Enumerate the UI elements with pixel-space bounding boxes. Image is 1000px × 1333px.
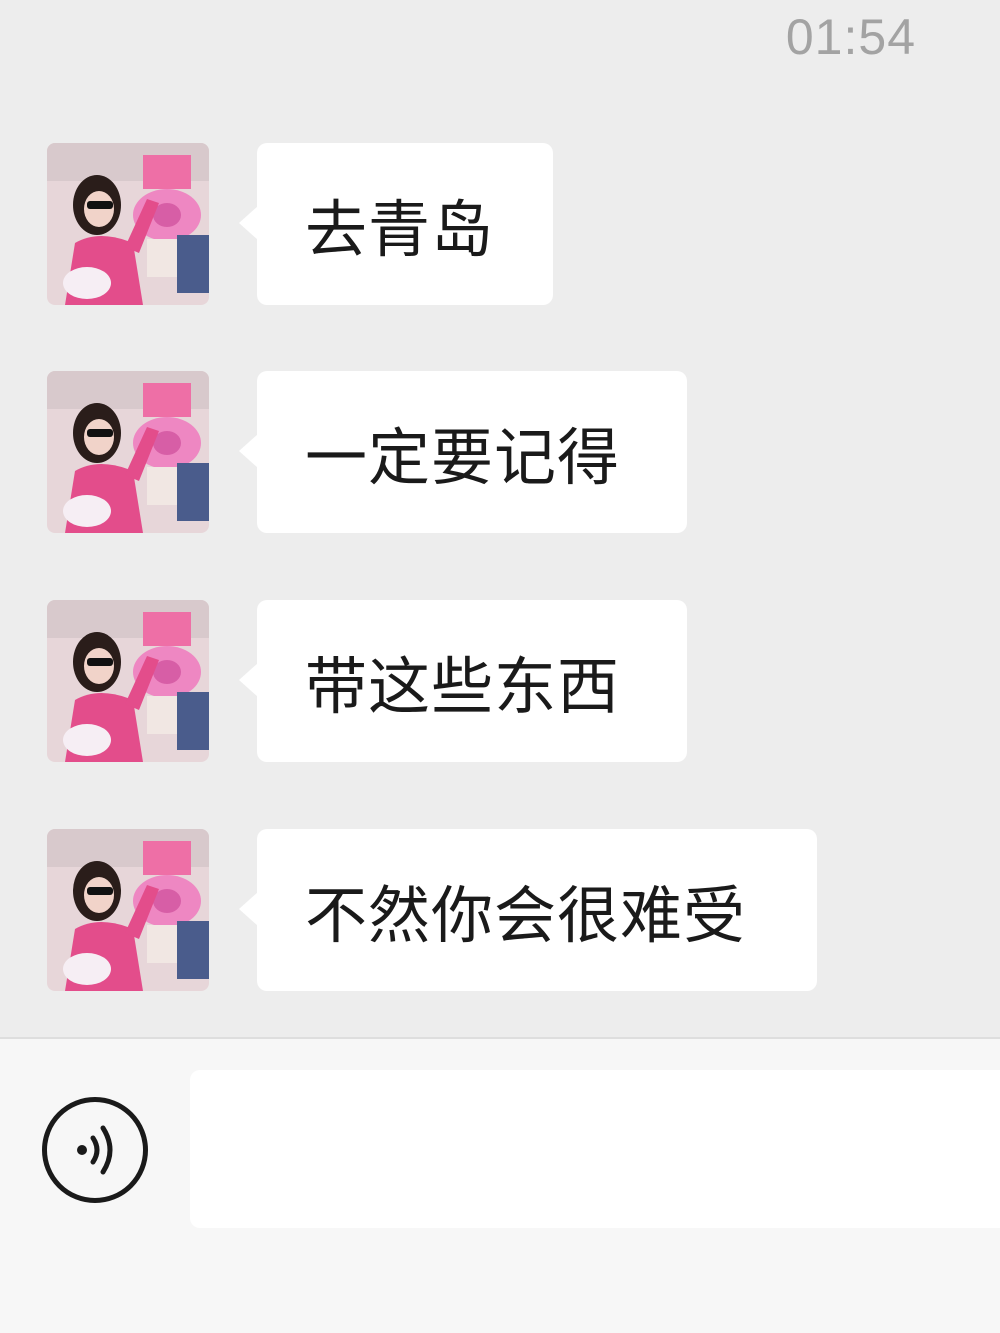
message-row: 不然你会很难受 xyxy=(0,829,1000,991)
contact-avatar[interactable] xyxy=(47,143,209,305)
voice-input-button[interactable] xyxy=(42,1097,148,1203)
avatar-photo xyxy=(47,829,209,991)
message-bubble[interactable]: 去青岛 xyxy=(239,143,553,305)
message-bubble[interactable]: 一定要记得 xyxy=(239,371,687,533)
message-bubble[interactable]: 不然你会很难受 xyxy=(239,829,817,991)
contact-avatar[interactable] xyxy=(47,600,209,762)
chat-input-bar xyxy=(0,1037,1000,1333)
contact-avatar[interactable] xyxy=(47,829,209,991)
message-text: 不然你会很难受 xyxy=(305,879,747,952)
message-text: 去青岛 xyxy=(305,193,495,266)
message-row: 去青岛 xyxy=(0,143,1000,305)
avatar-photo xyxy=(47,143,209,305)
message-row: 带这些东西 xyxy=(0,600,1000,762)
message-bubble[interactable]: 带这些东西 xyxy=(239,600,687,762)
message-text-input[interactable] xyxy=(190,1070,1000,1228)
message-row: 一定要记得 xyxy=(0,371,1000,533)
message-text: 带这些东西 xyxy=(305,650,621,723)
contact-avatar[interactable] xyxy=(47,371,209,533)
voice-wave-icon xyxy=(77,1125,113,1175)
avatar-photo xyxy=(47,600,209,762)
message-timestamp: 01:54 xyxy=(785,9,916,65)
avatar-photo xyxy=(47,371,209,533)
message-text: 一定要记得 xyxy=(305,421,621,494)
chat-message-area[interactable]: 01:54 去青岛 一定要记得 带这些东西 不然你会很难受 xyxy=(0,0,1000,1037)
